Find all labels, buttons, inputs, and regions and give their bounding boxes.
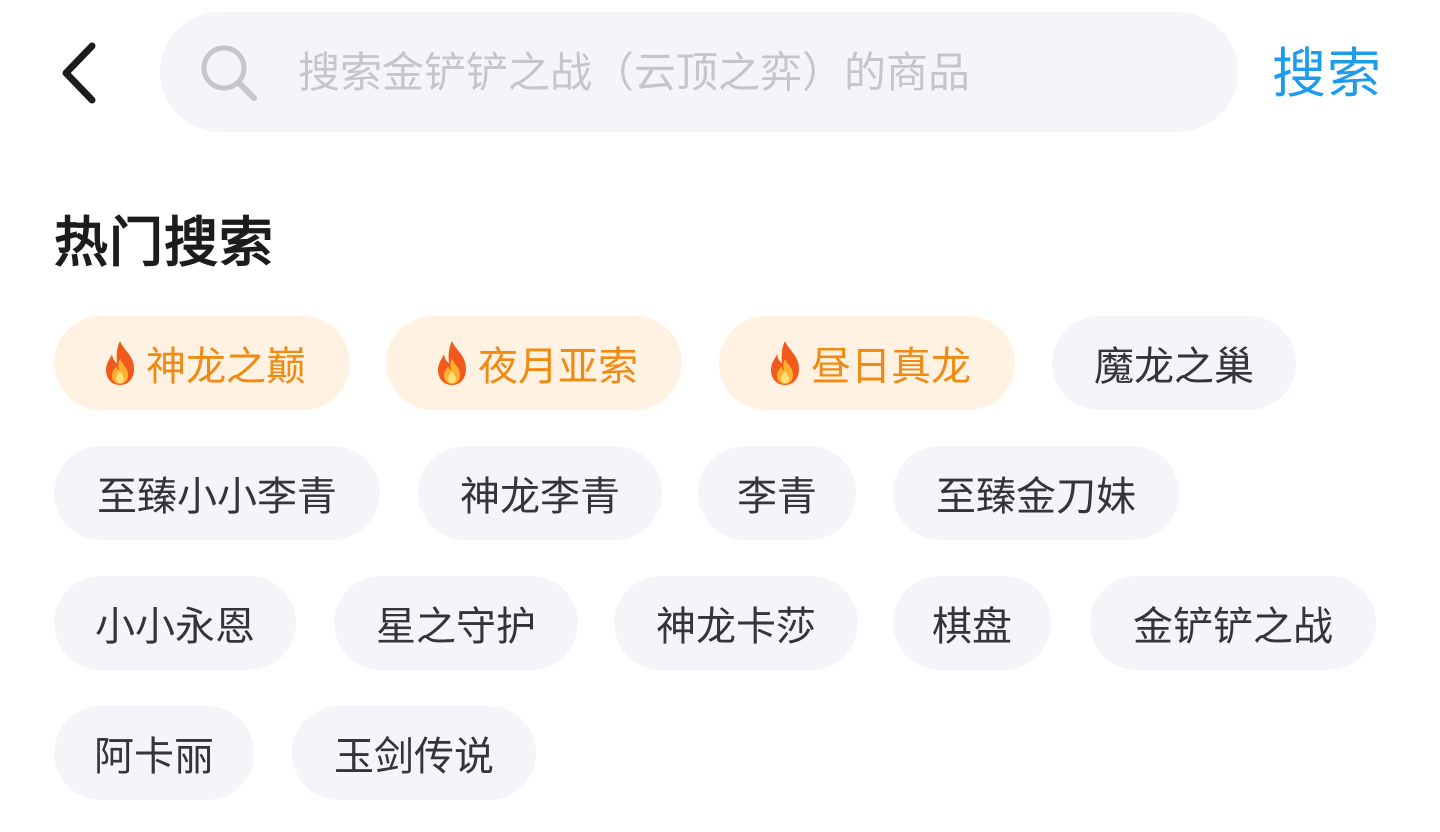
tag-label: 至臻小小李青	[97, 474, 337, 520]
hot-search-tag[interactable]: 至臻金刀妹	[893, 446, 1179, 540]
hot-search-tag[interactable]: 昼日真龙	[719, 316, 1015, 410]
fire-icon	[763, 339, 807, 387]
tag-label: 金铲铲之战	[1133, 604, 1333, 650]
tag-label: 阿卡丽	[94, 734, 214, 780]
hot-search-tag[interactable]: 李青	[698, 446, 856, 540]
tag-label: 至臻金刀妹	[936, 474, 1136, 520]
tag-label: 星之守护	[376, 604, 536, 650]
fire-icon	[430, 339, 474, 387]
tag-label: 昼日真龙	[811, 344, 971, 390]
hot-search-tag[interactable]: 夜月亚索	[386, 316, 682, 410]
hot-search-tag[interactable]: 魔龙之巢	[1052, 316, 1296, 410]
tag-label: 魔龙之巢	[1094, 344, 1254, 390]
hot-search-tag[interactable]: 至臻小小李青	[54, 446, 380, 540]
hot-search-tags: 神龙之巅 夜月亚索 昼日真龙 魔龙之巢至臻小小李青 神龙李青 李青 至臻金刀妹小小永恩 星之守…	[0, 0, 1440, 832]
hot-search-tag[interactable]: 神龙之巅	[54, 316, 350, 410]
tag-label: 棋盘	[932, 604, 1012, 650]
tag-label: 神龙卡莎	[656, 604, 816, 650]
tag-label: 夜月亚索	[478, 344, 638, 390]
tag-label: 玉剑传说	[334, 734, 494, 780]
tag-label: 神龙李青	[460, 474, 620, 520]
hot-search-tag[interactable]: 金铲铲之战	[1090, 576, 1376, 670]
tag-label: 李青	[737, 474, 817, 520]
hot-search-tag[interactable]: 阿卡丽	[54, 706, 254, 800]
tag-label: 神龙之巅	[146, 344, 306, 390]
tag-label: 小小永恩	[95, 604, 255, 650]
hot-search-tag[interactable]: 星之守护	[334, 576, 578, 670]
hot-search-tag[interactable]: 神龙卡莎	[614, 576, 858, 670]
fire-icon	[98, 339, 142, 387]
hot-search-tag[interactable]: 棋盘	[893, 576, 1051, 670]
hot-search-tag[interactable]: 玉剑传说	[292, 706, 536, 800]
hot-search-tag[interactable]: 小小永恩	[54, 576, 296, 670]
hot-search-tag[interactable]: 神龙李青	[418, 446, 662, 540]
